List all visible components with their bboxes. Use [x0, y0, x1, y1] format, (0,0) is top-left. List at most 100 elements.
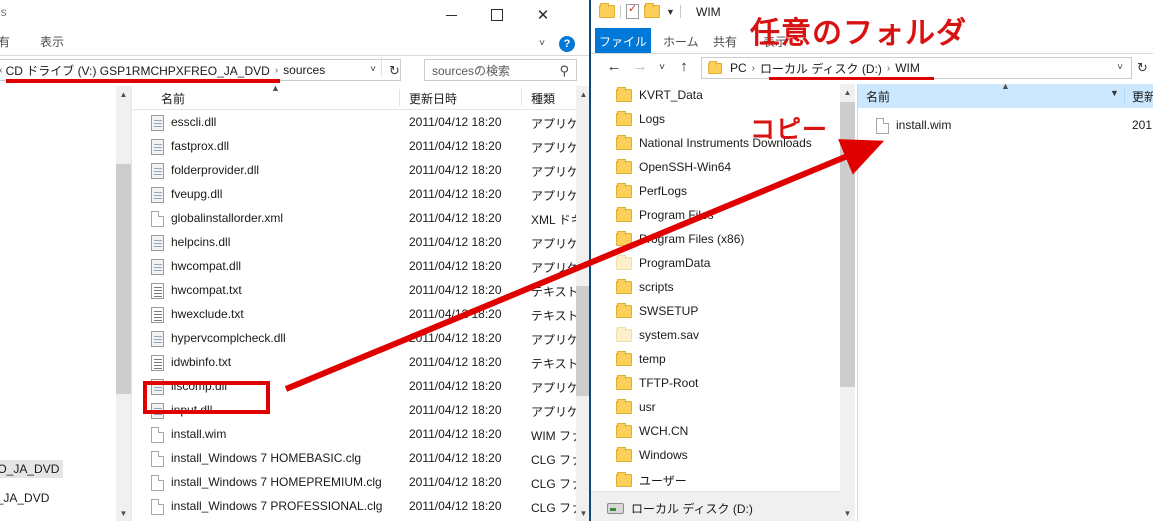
tree-item[interactable]: WCH.CN	[616, 422, 688, 438]
table-row[interactable]: idwbinfo.txt 2011/04/12 18:20 テキスト ト	[133, 351, 591, 375]
tree-item[interactable]: ProgramData	[616, 254, 710, 270]
breadcrumb-item-wim[interactable]: WIM	[895, 61, 920, 75]
column-header-date[interactable]: 更新	[1132, 88, 1153, 105]
file-name[interactable]: globalinstallorder.xml	[171, 211, 283, 225]
table-row[interactable]: folderprovider.dll 2011/04/12 18:20 アプリケー	[133, 159, 591, 183]
column-divider[interactable]	[1124, 87, 1125, 104]
tab-file[interactable]: ファイル	[595, 28, 651, 54]
chevron-down-icon[interactable]: ˅	[539, 38, 545, 49]
file-name[interactable]: install_Windows 7 HOMEBASIC.clg	[171, 451, 361, 465]
table-row[interactable]: install.wim 201	[858, 114, 1153, 138]
nav-item-dvd-selected[interactable]: MCHPXFREO_JA_DVD	[0, 460, 64, 478]
breadcrumb-overflow-icon[interactable]: «	[0, 65, 3, 76]
tree-item[interactable]: Program Files	[616, 206, 714, 222]
tab-home[interactable]: ホーム	[663, 33, 699, 50]
tree-item[interactable]: Program Files (x86)	[616, 230, 744, 246]
up-button[interactable]: ↑	[673, 58, 695, 75]
file-name[interactable]: install.wim	[171, 427, 226, 441]
file-name[interactable]: hwcompat.dll	[171, 259, 241, 273]
scroll-down-icon[interactable]: ▼	[116, 505, 131, 521]
chevron-down-icon[interactable]: ▼	[1110, 88, 1119, 98]
scroll-up-icon[interactable]: ▲	[840, 84, 855, 100]
tree-item[interactable]: KVRT_Data	[616, 86, 703, 102]
table-row[interactable]: fveupg.dll 2011/04/12 18:20 アプリケー	[133, 183, 591, 207]
address-dropdown-icon[interactable]: ˅	[1117, 62, 1123, 73]
address-dropdown-icon[interactable]: ˅	[370, 64, 376, 75]
tab-share[interactable]: 共有	[0, 33, 10, 50]
file-name[interactable]: helpcins.dll	[171, 235, 230, 249]
left-search-box[interactable]: sourcesの検索 ⚲	[424, 59, 577, 81]
tree-item[interactable]: scripts	[616, 278, 674, 294]
tree-item[interactable]: SWSETUP	[616, 302, 698, 318]
tree-item[interactable]: usr	[616, 398, 656, 414]
right-address-bar[interactable]: PC › ローカル ディスク (D:) › WIM ˅	[701, 57, 1132, 79]
close-button[interactable]: ✕	[520, 0, 566, 30]
file-name[interactable]: install.wim	[896, 118, 951, 132]
folder-icon[interactable]	[599, 3, 615, 18]
table-row[interactable]: install_Windows 7 PROFESSIONAL.clg 2011/0…	[133, 495, 583, 519]
file-name[interactable]: hwcompat.txt	[171, 283, 242, 297]
recent-locations-button[interactable]: ˅	[651, 62, 673, 73]
search-icon[interactable]: ⚲	[559, 63, 569, 79]
tree-item[interactable]: temp	[616, 350, 666, 366]
scroll-thumb[interactable]	[840, 102, 855, 387]
tree-item[interactable]: ユーザー	[616, 472, 687, 489]
column-divider[interactable]	[521, 89, 522, 106]
table-row[interactable]: hwcompat.txt 2011/04/12 18:20 テキスト	[133, 279, 579, 303]
tree-item[interactable]: system.sav	[616, 326, 699, 342]
breadcrumb-item-drive[interactable]: CD ドライブ (V:) GSP1RMCHPXFREO_JA_DVD	[6, 62, 270, 79]
forward-button[interactable]: →	[629, 58, 651, 75]
tab-view[interactable]: 表示	[40, 33, 64, 50]
file-name[interactable]: install_Windows 7 HOMEPREMIUM.clg	[171, 475, 382, 489]
column-divider[interactable]	[399, 89, 400, 106]
table-row[interactable]: install.wim 2011/04/12 18:20 WIM ファ	[133, 423, 583, 447]
tree-item-local-disk-d[interactable]: ローカル ディスク (D:)	[607, 500, 753, 517]
nav-item-dvd[interactable]: CHPXFREO_JA_DVD	[0, 491, 49, 505]
left-address-bar[interactable]: « CD ドライブ (V:) GSP1RMCHPXFREO_JA_DVD › s…	[0, 59, 401, 81]
tree-item[interactable]: PerfLogs	[616, 182, 687, 198]
tree-item[interactable]: OpenSSH-Win64	[616, 158, 731, 174]
column-header-name[interactable]: 名前	[161, 90, 185, 107]
column-header-name[interactable]: 名前	[866, 88, 890, 105]
file-name[interactable]: hwexclude.txt	[171, 307, 244, 321]
table-row[interactable]: helpcins.dll 2011/04/12 18:20 アプリケー	[133, 231, 591, 255]
search-input[interactable]: sourcesの検索	[425, 62, 510, 79]
maximize-button[interactable]	[474, 0, 520, 30]
chevron-down-icon[interactable]: ▼	[666, 7, 675, 17]
table-row[interactable]: hypervcomplcheck.dll 2011/04/12 18:20 アプリケ…	[133, 327, 591, 351]
breadcrumb-item-sources[interactable]: sources	[283, 63, 325, 77]
new-folder-icon[interactable]	[644, 3, 660, 18]
file-name[interactable]: esscli.dll	[171, 115, 216, 129]
right-nav-scrollbar[interactable]: ▲ ▼	[840, 84, 855, 521]
help-icon[interactable]: ?	[559, 36, 575, 52]
file-name[interactable]: fastprox.dll	[171, 139, 229, 153]
tree-item[interactable]: TFTP-Root	[616, 374, 698, 390]
table-row[interactable]: esscli.dll 2011/04/12 18:20 アプリケー	[133, 111, 591, 135]
column-header-date[interactable]: 更新日時	[409, 90, 457, 107]
minimize-button[interactable]	[428, 0, 474, 30]
refresh-icon[interactable]: ↻	[389, 63, 400, 79]
scroll-up-icon[interactable]: ▲	[116, 86, 131, 102]
back-button[interactable]: ←	[603, 58, 625, 75]
file-name[interactable]: folderprovider.dll	[171, 163, 259, 177]
file-name[interactable]: hypervcomplcheck.dll	[171, 331, 286, 345]
scroll-down-icon[interactable]: ▼	[840, 505, 855, 521]
tab-share[interactable]: 共有	[713, 33, 737, 50]
tree-item[interactable]: Windows	[616, 446, 688, 462]
table-row[interactable]: fastprox.dll 2011/04/12 18:20 アプリケー	[133, 135, 591, 159]
file-name[interactable]: fveupg.dll	[171, 187, 222, 201]
table-row[interactable]: hwcompat.dll 2011/04/12 18:20 アプリケー	[133, 255, 591, 279]
refresh-icon[interactable]: ↻	[1137, 60, 1148, 76]
table-row[interactable]: install_Windows 7 HOMEBASIC.clg 2011/04/1…	[133, 447, 583, 471]
table-row[interactable]: globalinstallorder.xml 2011/04/12 18:20 XM…	[133, 207, 583, 231]
properties-icon[interactable]	[626, 2, 639, 19]
tree-item[interactable]: Logs	[616, 110, 665, 126]
table-row[interactable]: hwexclude.txt 2011/04/12 18:20 テキスト ト	[133, 303, 591, 327]
breadcrumb-item-localdisk[interactable]: ローカル ディスク (D:)	[760, 60, 882, 77]
scroll-thumb[interactable]	[116, 164, 131, 394]
breadcrumb-item-pc[interactable]: PC	[730, 61, 747, 75]
column-header-type[interactable]: 種類	[531, 90, 555, 107]
file-name[interactable]: install_Windows 7 PROFESSIONAL.clg	[171, 499, 382, 513]
table-row[interactable]: install_Windows 7 HOMEPREMIUM.clg 2011/04…	[133, 471, 583, 495]
left-nav-scrollbar[interactable]: ▲ ▼	[116, 86, 131, 521]
